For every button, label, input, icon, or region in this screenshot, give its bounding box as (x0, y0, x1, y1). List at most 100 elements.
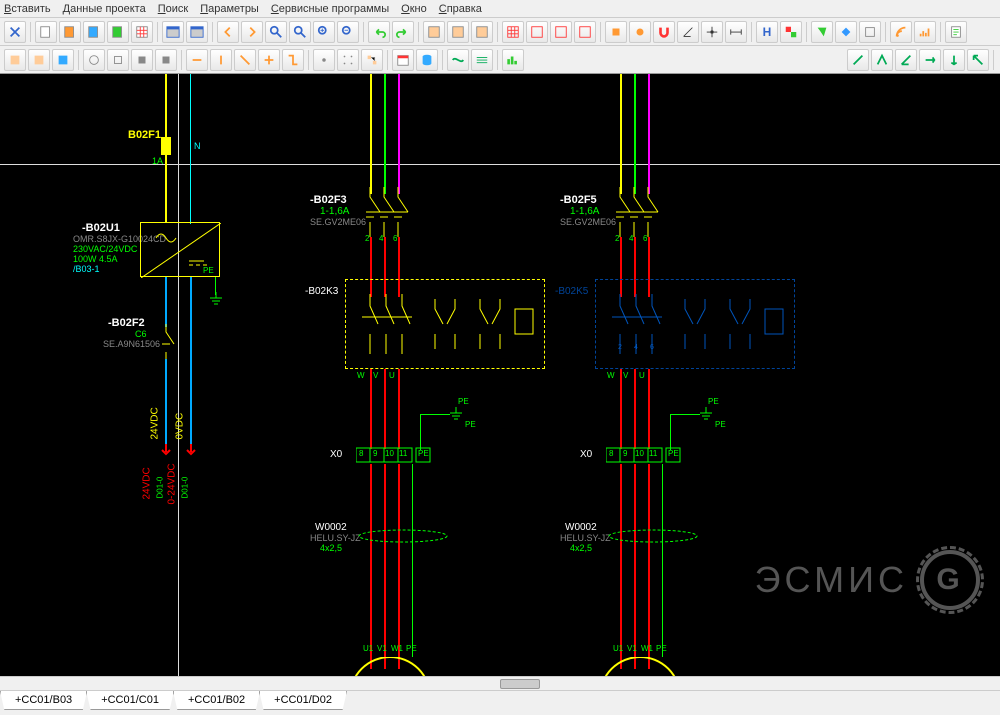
tool2-2-icon[interactable] (28, 49, 50, 71)
tool-grid-icon[interactable] (131, 21, 153, 43)
tab-b03[interactable]: +CC01/B03 (0, 691, 87, 710)
tool2-conn-3-icon[interactable] (234, 49, 256, 71)
tool2-conn-4-icon[interactable] (258, 49, 280, 71)
menu-help[interactable]: Справка (439, 3, 482, 15)
tool-undo-icon[interactable] (368, 21, 390, 43)
tool-sheet-orange-icon[interactable] (59, 21, 81, 43)
tool-table-2-icon[interactable] (447, 21, 469, 43)
wire-g2-L2 (634, 74, 636, 194)
cb5-symbol (612, 187, 662, 237)
tool2-sym-2-icon[interactable] (107, 49, 129, 71)
tool2-struct-icon[interactable] (361, 49, 383, 71)
menu-project-data[interactable]: Данные проекта (63, 3, 146, 15)
tool-redo-icon[interactable] (392, 21, 414, 43)
tool-symbol-1-icon[interactable] (605, 21, 627, 43)
tool2-draw-5-icon[interactable] (943, 49, 965, 71)
tool-rss-icon[interactable] (890, 21, 912, 43)
menu-parameters[interactable]: Параметры (200, 3, 259, 15)
tool-angle-icon[interactable] (677, 21, 699, 43)
wire-x0-1-pe (412, 464, 413, 559)
wire-n-psu (190, 149, 191, 224)
tool2-1-icon[interactable] (4, 49, 26, 71)
tool-zoom-icon[interactable] (265, 21, 287, 43)
tab-c01[interactable]: +CC01/C01 (86, 691, 174, 710)
tool2-conn-2-icon[interactable] (210, 49, 232, 71)
tool-grid-r2-icon[interactable] (526, 21, 548, 43)
tool-sheet-green-icon[interactable] (107, 21, 129, 43)
wire-k5-pe-h (670, 414, 700, 415)
wire-k3-pe-h (420, 414, 450, 415)
tool2-wire-2-icon[interactable] (471, 49, 493, 71)
tool2-sym-1-icon[interactable] (83, 49, 105, 71)
tool-sheet-blue-icon[interactable] (83, 21, 105, 43)
tool-cut-icon[interactable] (4, 21, 26, 43)
tool-nav-left-icon[interactable] (217, 21, 239, 43)
tool-grid-r3-icon[interactable] (550, 21, 572, 43)
cable-2-shield (608, 529, 698, 543)
menu-service[interactable]: Сервисные программы (271, 3, 389, 15)
tool2-draw-2-icon[interactable] (871, 49, 893, 71)
tool-window-1-icon[interactable] (162, 21, 184, 43)
menu-window[interactable]: Окно (401, 3, 427, 15)
tool-zoom-in-icon[interactable] (313, 21, 335, 43)
tool-h-icon[interactable]: H (756, 21, 778, 43)
tool-report-icon[interactable] (945, 21, 967, 43)
cable-1-shield (358, 529, 448, 543)
watermark-gear-icon (920, 550, 980, 610)
tool-color-icon[interactable] (780, 21, 802, 43)
wire-x0-2-3 (648, 464, 650, 559)
fuse1-rating: 1A (152, 156, 163, 166)
tool-signal-icon[interactable] (914, 21, 936, 43)
tool-table-1-icon[interactable] (423, 21, 445, 43)
tool2-draw-4-icon[interactable] (919, 49, 941, 71)
x0-1-t11: 11 (399, 449, 407, 458)
tool2-dot-icon[interactable] (313, 49, 335, 71)
tab-d02[interactable]: +CC01/D02 (259, 691, 347, 710)
tool-table-3-icon[interactable] (471, 21, 493, 43)
wire-cb2-out (165, 359, 167, 397)
tool-zoom-fit-icon[interactable] (289, 21, 311, 43)
horizontal-scrollbar[interactable] (0, 676, 1000, 690)
tool2-draw-3-icon[interactable] (895, 49, 917, 71)
tool-grid-r4-icon[interactable] (574, 21, 596, 43)
wire-g1-L2 (384, 74, 386, 194)
tool2-sym-4-icon[interactable] (155, 49, 177, 71)
tool2-cal-icon[interactable] (392, 49, 414, 71)
tool2-chart-icon[interactable] (502, 49, 524, 71)
fuse1-label: B02F1 (128, 129, 161, 141)
cb5-t4: 4 (629, 234, 633, 243)
schematic-canvas[interactable]: B02F1 1A N -B02U1 OMR.S8JX-G10024CD 230V… (0, 74, 1000, 690)
sheet-tabs: +CC01/B03 +CC01/C01 +CC01/B02 +CC01/D02 (0, 690, 1000, 715)
tool2-conn-1-icon[interactable] (186, 49, 208, 71)
tool2-conn-5-icon[interactable] (282, 49, 304, 71)
tab-b02[interactable]: +CC01/B02 (173, 691, 260, 710)
tool-grid-r1-icon[interactable] (502, 21, 524, 43)
m2-v: V1 (627, 644, 637, 653)
m2-pe: PE (656, 644, 667, 653)
menu-search[interactable]: Поиск (158, 3, 188, 15)
tool-window-2-icon[interactable] (186, 21, 208, 43)
wire-g1-L3 (398, 74, 400, 194)
tool2-sym-3-icon[interactable] (131, 49, 153, 71)
tool-zoom-out-icon[interactable] (337, 21, 359, 43)
menu-insert[interactable]: Вставить (4, 3, 51, 15)
toolbar-1: H (0, 18, 1000, 46)
tool2-3-icon[interactable] (52, 49, 74, 71)
tool-misc-2-icon[interactable] (835, 21, 857, 43)
tool-dim-icon[interactable] (725, 21, 747, 43)
tool2-draw-1-icon[interactable] (847, 49, 869, 71)
k5-v: V (623, 371, 628, 380)
tool2-draw-6-icon[interactable] (967, 49, 989, 71)
tool-nav-right-icon[interactable] (241, 21, 263, 43)
tool-magnet-icon[interactable] (653, 21, 675, 43)
cb2-label: -B02F2 (108, 317, 145, 329)
tool-node-icon[interactable] (701, 21, 723, 43)
tool2-db-icon[interactable] (416, 49, 438, 71)
tool-misc-3-icon[interactable] (859, 21, 881, 43)
tool2-dots-icon[interactable] (337, 49, 359, 71)
tool-misc-1-icon[interactable] (811, 21, 833, 43)
fuse1-symbol (161, 137, 171, 155)
tool-new-icon[interactable] (35, 21, 57, 43)
tool2-wire-1-icon[interactable] (447, 49, 469, 71)
tool-symbol-2-icon[interactable] (629, 21, 651, 43)
